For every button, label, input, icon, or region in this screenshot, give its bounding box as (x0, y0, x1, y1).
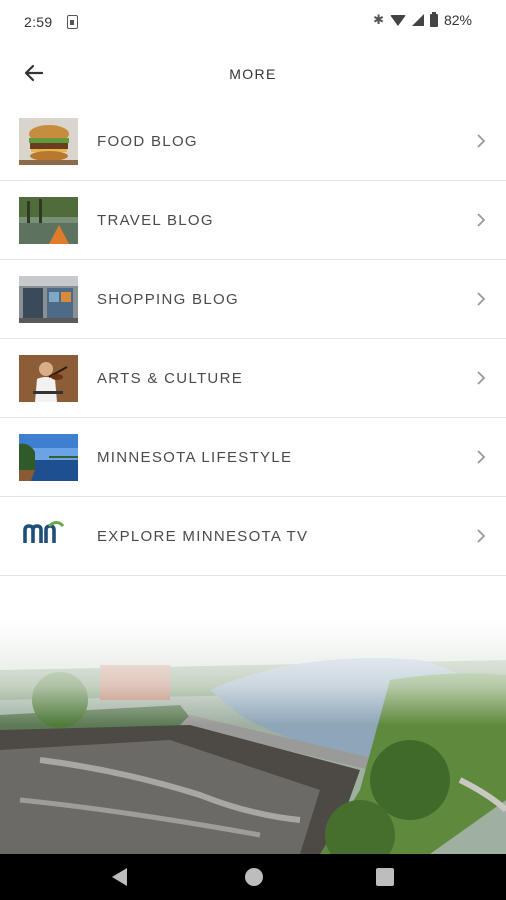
battery-percent: 82% (443, 12, 472, 28)
storefront-photo (19, 276, 78, 323)
nav-recents-icon[interactable] (376, 868, 394, 886)
nav-home-icon[interactable] (245, 868, 263, 886)
kayak-lake-photo (19, 197, 78, 244)
chevron-right-icon (475, 370, 487, 386)
burger-photo (19, 118, 78, 165)
menu-item-label: FOOD BLOG (97, 133, 198, 150)
menu-item-label: SHOPPING BLOG (97, 291, 239, 308)
violinist-photo (19, 355, 78, 402)
menu-item-minnesota-lifestyle[interactable]: MINNESOTA LIFESTYLE (0, 418, 506, 497)
status-bar: 2:59 ✱ 82% (0, 0, 506, 44)
menu-item-shopping-blog[interactable]: SHOPPING BLOG (0, 260, 506, 339)
menu-list: FOOD BLOG TRAVEL BLOG SHOPPING BLOG ARTS… (0, 102, 506, 576)
sim-card-icon (67, 15, 78, 29)
bluetooth-icon: ✱ (373, 12, 384, 27)
menu-item-label: TRAVEL BLOG (97, 212, 214, 229)
menu-item-explore-minnesota-tv[interactable]: EXPLORE MINNESOTA TV (0, 497, 506, 576)
system-nav-bar (0, 854, 506, 900)
lake-shore-photo (19, 434, 78, 481)
page-title: MORE (229, 66, 277, 82)
cell-signal-icon (411, 14, 424, 26)
chevron-right-icon (475, 291, 487, 307)
chevron-right-icon (475, 449, 487, 465)
menu-item-label: EXPLORE MINNESOTA TV (97, 528, 309, 545)
nav-back-icon[interactable] (112, 868, 127, 886)
chevron-right-icon (475, 212, 487, 228)
wifi-icon (389, 14, 406, 26)
menu-item-label: MINNESOTA LIFESTYLE (97, 449, 293, 466)
battery-icon (429, 11, 438, 27)
menu-item-travel-blog[interactable]: TRAVEL BLOG (0, 181, 506, 260)
chevron-right-icon (475, 133, 487, 149)
chevron-right-icon (475, 528, 487, 544)
explore-minnesota-logo (19, 513, 78, 560)
menu-item-arts-culture[interactable]: ARTS & CULTURE (0, 339, 506, 418)
status-time: 2:59 (24, 14, 53, 30)
app-bar: MORE (0, 44, 506, 102)
status-icons: ✱ 82% (373, 11, 472, 28)
menu-item-food-blog[interactable]: FOOD BLOG (0, 102, 506, 181)
menu-item-label: ARTS & CULTURE (97, 370, 244, 387)
river-dam-aerial-photo (0, 620, 506, 854)
